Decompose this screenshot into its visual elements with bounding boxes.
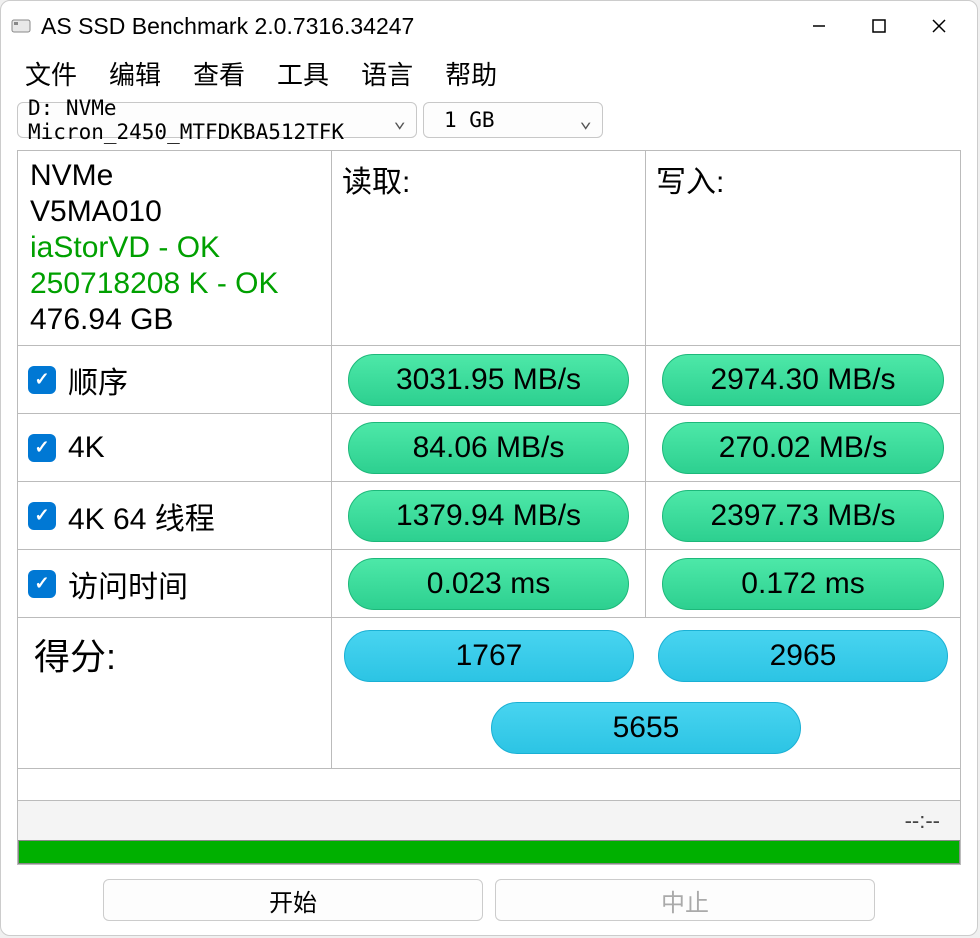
info-line: NVMe [30,159,113,193]
menu-help[interactable]: 帮助 [445,55,497,92]
access-write-result: 0.172 ms [662,558,944,610]
test-seq-label-cell: ✓ 顺序 [18,346,332,414]
menu-tools[interactable]: 工具 [277,55,329,92]
menu-edit[interactable]: 编辑 [109,55,161,92]
minimize-button[interactable] [789,6,849,46]
seq-checkbox[interactable]: ✓ [28,366,56,394]
menubar: 文件 编辑 查看 工具 语言 帮助 [1,51,977,102]
access-read-result: 0.023 ms [348,558,629,610]
4k-label: 4K [68,431,105,465]
write-header: 写入: [646,151,960,346]
seq-label: 顺序 [68,358,128,402]
stop-button[interactable]: 中止 [495,879,875,921]
test-size-value: 1 GB [444,108,495,132]
chevron-down-icon: ⌄ [579,108,592,132]
score-total: 5655 [491,702,801,754]
test-4k64-label-cell: ✓ 4K 64 线程 [18,482,332,550]
drive-select-value: D: NVMe Micron_2450_MTFDKBA512TFK [28,96,381,144]
read-header: 读取: [332,151,646,346]
menu-language[interactable]: 语言 [361,55,413,92]
4k-checkbox[interactable]: ✓ [28,434,56,462]
seq-read-result: 3031.95 MB/s [348,354,629,406]
test-access-label-cell: ✓ 访问时间 [18,550,332,618]
test-size-select[interactable]: 1 GB ⌄ [423,102,603,138]
status-bar: --:-- [18,800,960,840]
menu-view[interactable]: 查看 [193,55,245,92]
4k-read-result: 84.06 MB/s [348,422,629,474]
status-time: --:-- [905,808,940,834]
chevron-down-icon: ⌄ [393,108,406,132]
info-driver-status: iaStorVD - OK [30,231,220,265]
window-title: AS SSD Benchmark 2.0.7316.34247 [41,13,789,40]
maximize-button[interactable] [849,6,909,46]
info-line: V5MA010 [30,195,162,229]
test-4k-label-cell: ✓ 4K [18,414,332,482]
4k64-checkbox[interactable]: ✓ [28,502,56,530]
titlebar: AS SSD Benchmark 2.0.7316.34247 [1,1,977,51]
drive-select[interactable]: D: NVMe Micron_2450_MTFDKBA512TFK ⌄ [17,102,417,138]
4k-write-result: 270.02 MB/s [662,422,944,474]
progress-bar [18,840,960,864]
info-alignment-status: 250718208 K - OK [30,267,279,301]
4k64-label: 4K 64 线程 [68,494,215,538]
info-capacity: 476.94 GB [30,303,173,337]
close-button[interactable] [909,6,969,46]
score-write: 2965 [658,630,948,682]
4k64-write-result: 2397.73 MB/s [662,490,944,542]
menu-file[interactable]: 文件 [25,55,77,92]
access-checkbox[interactable]: ✓ [28,570,56,598]
score-label: 得分: [18,618,332,768]
seq-write-result: 2974.30 MB/s [662,354,944,406]
app-icon [9,14,33,38]
4k64-read-result: 1379.94 MB/s [348,490,629,542]
access-label: 访问时间 [68,562,188,606]
start-button[interactable]: 开始 [103,879,483,921]
score-read: 1767 [344,630,634,682]
drive-info: NVMe V5MA010 iaStorVD - OK 250718208 K -… [18,151,332,346]
